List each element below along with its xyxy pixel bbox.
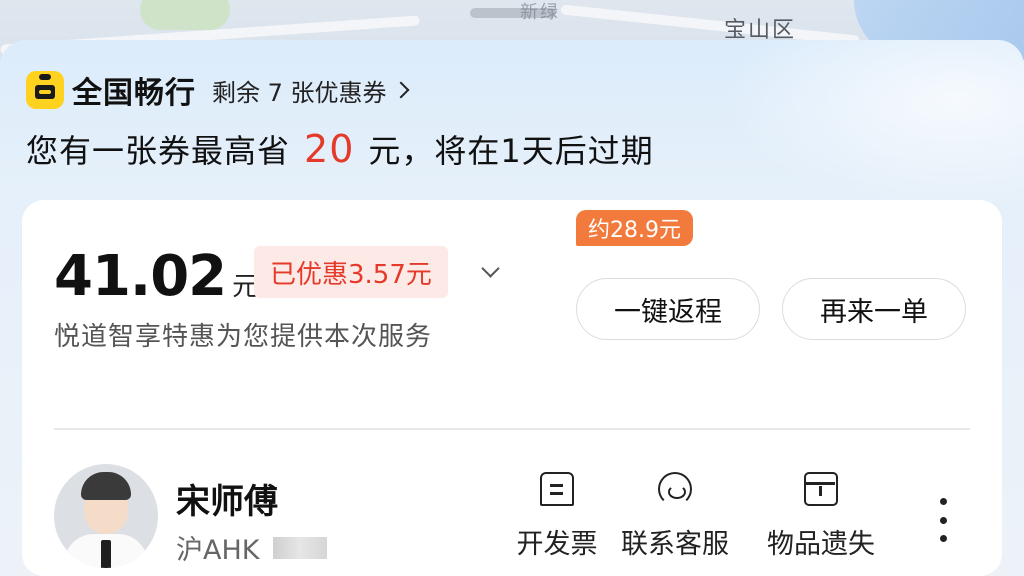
lost-item-button[interactable]: 物品遗失	[756, 472, 886, 561]
promo-headline-suffix: 元，将在1天后过期	[368, 132, 654, 170]
contact-service-label: 联系客服	[621, 529, 729, 560]
invoice-button[interactable]: 开发票	[492, 472, 622, 561]
promo-amount: 20	[304, 127, 355, 171]
lost-item-icon	[804, 472, 838, 506]
sheet-decoration	[704, 40, 1024, 220]
more-options-icon[interactable]	[938, 498, 948, 542]
trip-card: 41.02 元 已优惠3.57元 悦道智享特惠为您提供本次服务 约28.9元 一…	[22, 200, 1002, 576]
return-estimate-badge: 约28.9元	[576, 210, 693, 246]
order-again-button[interactable]: 再来一单	[782, 278, 966, 340]
plate-redaction	[273, 536, 328, 559]
promo-headline-prefix: 您有一张券最高省	[26, 132, 291, 170]
discount-badge[interactable]: 已优惠3.57元	[254, 246, 448, 298]
trip-sheet: 全国畅行 剩余 7 张优惠券 您有一张券最高省 20 元，将在1天后过期 41.…	[0, 40, 1024, 576]
receipt-icon	[540, 472, 574, 506]
contact-service-button[interactable]: 联系客服	[610, 472, 740, 561]
map-park	[140, 0, 230, 30]
promo-row: 全国畅行 剩余 7 张优惠券	[26, 70, 410, 111]
divider	[54, 428, 970, 430]
coupon-link[interactable]: 剩余 7 张优惠券	[212, 73, 410, 108]
fare-amount: 41.02	[54, 244, 227, 309]
driver-name: 宋师傅	[176, 482, 278, 522]
headset-icon	[658, 472, 692, 506]
coupon-link-label: 剩余 7 张优惠券	[212, 78, 387, 107]
lost-item-label: 物品遗失	[767, 529, 875, 560]
license-plate-text: 沪AHK	[176, 535, 260, 566]
brand-name: 全国畅行	[72, 76, 196, 111]
chevron-right-icon	[392, 81, 410, 99]
invoice-label: 开发票	[516, 529, 598, 560]
driver-avatar[interactable]	[54, 464, 158, 568]
license-plate: 沪AHK	[176, 528, 328, 567]
service-provider-text: 悦道智享特惠为您提供本次服务	[54, 322, 433, 352]
return-trip-button[interactable]: 一键返程	[576, 278, 760, 340]
drag-handle[interactable]	[470, 8, 556, 18]
promo-headline: 您有一张券最高省 20 元，将在1天后过期	[26, 126, 654, 172]
luggage-icon	[26, 71, 64, 109]
fare-price: 41.02 元	[54, 244, 258, 309]
chevron-down-icon[interactable]	[481, 259, 500, 278]
